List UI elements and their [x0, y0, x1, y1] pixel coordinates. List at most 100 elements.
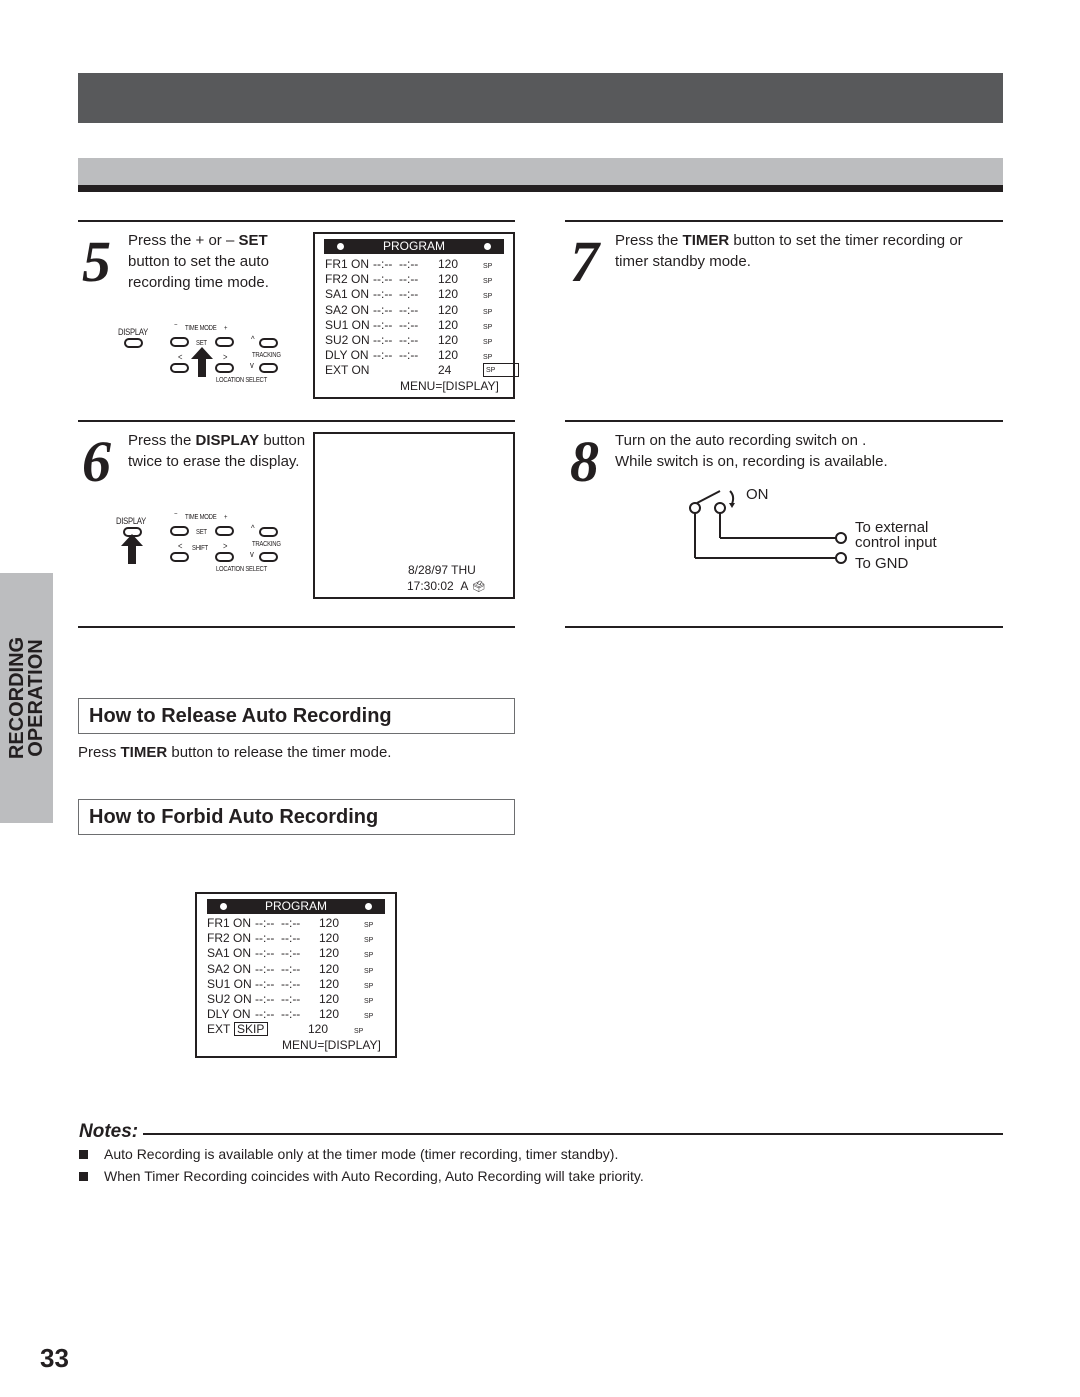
arrow-head-icon [729, 503, 735, 508]
osd-row-label: SA1 ON [207, 946, 252, 961]
osd-program-row: SU1 ON --:-- --:-- 120 SP [325, 318, 492, 333]
side-tab-line2: OPERATION [24, 639, 47, 757]
remote-right-button[interactable] [215, 552, 234, 562]
osd-row-label: FR2 ON [325, 272, 370, 287]
osd-dot-icon [365, 903, 372, 910]
osd-program-screen-step5: PROGRAM FR1 ON --:-- --:-- 120 SP FR2 ON --:-… [313, 232, 519, 399]
osd-row-length: 120 [438, 302, 459, 317]
release-text-post: button to release the timer mode. [167, 744, 392, 761]
remote-tracking-down-button[interactable] [259, 552, 278, 562]
remote-left-button[interactable] [170, 552, 189, 562]
release-text-pre: Press [78, 744, 121, 761]
chapter-side-tab: RECORDING OPERATION [0, 573, 53, 823]
remote-set-label: SET [196, 529, 207, 536]
osd-row-times: --:-- --:-- [255, 961, 301, 976]
osd-row-speed: SP [364, 982, 374, 990]
osd-row-length: 120 [319, 946, 340, 961]
remote-tracking-up-button[interactable] [259, 527, 278, 537]
osd-row-length: 120 [438, 257, 459, 271]
auto-recording-switch-diagram [689, 490, 847, 564]
remote-tracking-up-button[interactable] [259, 338, 278, 348]
osd-row-speed: SP [483, 278, 493, 286]
remote-display-button[interactable] [124, 338, 143, 348]
osd-row-length: 120 [319, 961, 340, 976]
notes-title: Notes: [79, 1121, 139, 1142]
osd-dot-icon [337, 243, 344, 250]
square-bullet-icon [79, 1150, 88, 1159]
osd-row-length: 120 [319, 1007, 340, 1022]
step-8-line1: Turn on the auto recording switch on . [615, 432, 867, 449]
osd-row-label: FR1 ON [325, 257, 370, 271]
remote-display-label: DISPLAY [116, 516, 146, 526]
osd-row-times: --:-- --:-- [255, 931, 301, 946]
remote-time-mode-label: TIME MODE [185, 325, 217, 332]
gnd-terminal [835, 552, 847, 564]
remote-plus-mark: + [224, 514, 228, 521]
step-8-line2: While switch is on, recording is availab… [615, 453, 888, 470]
osd-extra-glyph-icon: 🗳 [471, 581, 486, 593]
remote-minus-button[interactable] [170, 337, 189, 347]
osd-program-title: PROGRAM [264, 899, 327, 913]
external-control-line2: control input [855, 534, 937, 551]
osd-row-speed: SP [364, 937, 374, 945]
remote-location-select-label: LOCATION SELECT [216, 566, 267, 573]
step7-top-rule [565, 220, 1003, 222]
remote-panel-step6: DISPLAY − TIME MODE + SET ^ TRACKING < S… [114, 509, 304, 579]
osd-row-length: 120 [438, 317, 459, 332]
remote-down-mark: v [250, 360, 254, 370]
remote-plus-button[interactable] [215, 526, 234, 536]
step8-top-rule [565, 420, 1003, 422]
osd-row-times: --:-- --:-- [255, 992, 301, 1006]
osd-row-length: 120 [438, 333, 459, 347]
osd-row-length: 120 [438, 287, 459, 302]
remote-plus-button[interactable] [215, 337, 234, 347]
osd-date: 8/28/97 THU [408, 563, 476, 577]
remote-right-mark: > [223, 352, 228, 362]
page-number: 33 [40, 1343, 69, 1373]
osd-row-speed: SP [364, 967, 374, 975]
osd-row-label: SA1 ON [325, 287, 370, 302]
osd-row-length: 120 [319, 931, 340, 946]
release-instructions: Press TIMER button to release the timer … [78, 742, 391, 763]
step6-top-rule [78, 420, 515, 422]
osd-footer: MENU=[DISPLAY] [282, 1038, 381, 1052]
remote-down-mark: v [250, 549, 254, 559]
note-text: When Timer Recording coincides with Auto… [104, 1168, 644, 1184]
osd-row-speed: SP [364, 952, 374, 960]
osd-row-times: --:-- --:-- [255, 916, 301, 930]
remote-display-label: DISPLAY [118, 327, 148, 337]
switch-rotate-arrow [729, 490, 735, 505]
step-5-number: 5 [82, 229, 111, 294]
osd-row-times: --:-- --:-- [373, 302, 419, 317]
osd-row-length: 120 [438, 348, 459, 363]
square-bullet-icon [79, 1172, 88, 1181]
remote-minus-button[interactable] [170, 526, 189, 536]
osd-row-times: --:-- --:-- [373, 333, 419, 347]
notes-list: Auto Recording is available only at the … [79, 1144, 644, 1186]
remote-right-button[interactable] [215, 363, 234, 373]
step-5-text-bold: SET [238, 232, 268, 249]
osd-ext-skip-value: SKIP [234, 1022, 268, 1036]
osd-row-speed: SP [364, 998, 374, 1005]
osd-row-label: DLY ON [325, 348, 369, 363]
osd-row-label: SA2 ON [325, 302, 370, 317]
osd-ext-speed: SP [354, 1028, 364, 1035]
osd-row-times: --:-- --:-- [373, 257, 419, 271]
note-item: When Timer Recording coincides with Auto… [79, 1166, 644, 1186]
left-bottom-rule [78, 626, 515, 628]
osd-row-speed: SP [364, 922, 374, 929]
section-header-rule [78, 185, 1003, 192]
remote-left-button[interactable] [170, 363, 189, 373]
osd-program-header: PROGRAM [324, 239, 504, 254]
forbid-section-header: How to Forbid Auto Recording [78, 799, 515, 835]
osd-program-row: FR2 ON --:-- --:-- 120 SP [325, 272, 492, 287]
osd-row-times: --:-- --:-- [373, 287, 419, 302]
step-6-text-pre: Press the [128, 432, 196, 449]
external-control-line1: To external [855, 519, 929, 536]
osd-row-label: SU2 ON [207, 992, 252, 1006]
osd-row-times: --:-- --:-- [373, 317, 419, 332]
osd-ext-row: EXT SKIP 120 SP [207, 1022, 363, 1037]
remote-tracking-down-button[interactable] [259, 363, 278, 373]
remote-left-mark: < [178, 541, 183, 551]
remote-tracking-label: TRACKING [252, 541, 281, 548]
